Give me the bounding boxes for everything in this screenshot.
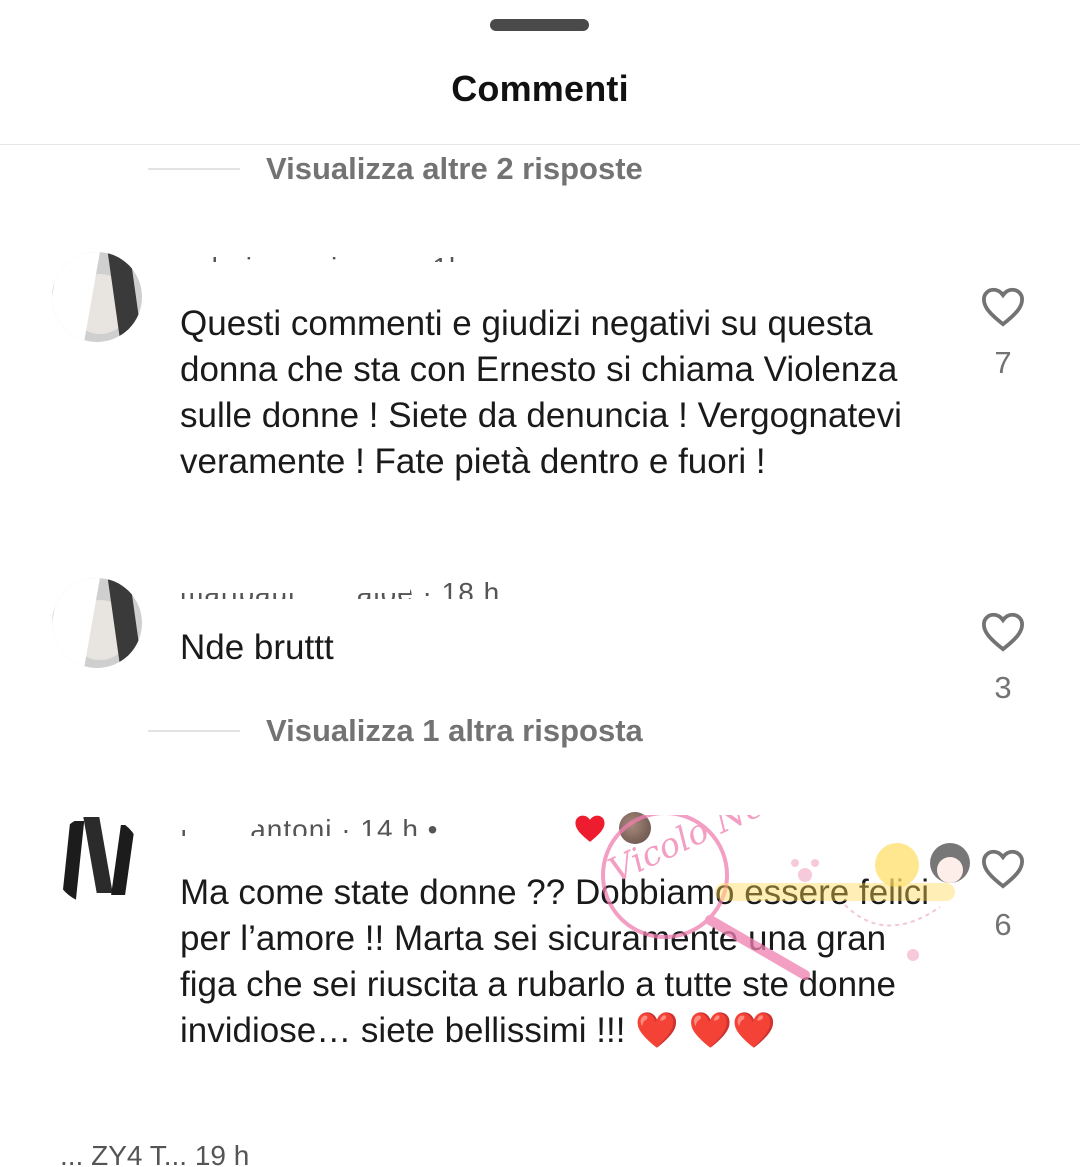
comment-text: Questi commenti e giudizi negativi su qu…: [180, 304, 902, 481]
comment-text: Nde bruttt: [180, 628, 334, 667]
comment-text: Ma come state donne ?? Dobbiamo essere f…: [180, 873, 930, 1050]
creator-avatar: [619, 812, 651, 844]
sheet-grabber-handle[interactable]: [490, 19, 589, 31]
avatar[interactable]: [52, 815, 142, 905]
comment-username[interactable]: ... ZY4 T... 19 h: [60, 1140, 249, 1167]
comment-username[interactable]: maripaul... ...aloe · 18 h: [180, 577, 500, 599]
view-more-replies-label: Visualizza altre 2 risposte: [266, 151, 643, 186]
heart-outline-icon: [981, 849, 1025, 889]
comment-username[interactable]: f... ...antoni · 14 h •: [180, 814, 438, 836]
avatar[interactable]: [52, 252, 142, 342]
view-more-replies-button[interactable]: Visualizza 1 altra risposta: [148, 711, 643, 751]
avatar[interactable]: [52, 578, 142, 668]
like-count: 7: [994, 345, 1012, 380]
like-count: 3: [994, 670, 1012, 705]
comment-username[interactable]: valeria... ...ignon · 1h: [180, 252, 466, 274]
view-more-replies-button[interactable]: Visualizza altre 2 risposte: [148, 149, 643, 189]
heart-outline-icon: [981, 287, 1025, 327]
page-title: Commenti: [451, 68, 629, 109]
comments-sheet: Commenti Visualizza altre 2 risposte val…: [0, 0, 1080, 1167]
reply-thread-line: [148, 168, 240, 170]
header-divider: [0, 144, 1080, 145]
like-button[interactable]: 6: [978, 847, 1028, 943]
view-more-replies-label: Visualizza 1 altra risposta: [266, 713, 643, 748]
like-button[interactable]: 3: [978, 610, 1028, 706]
like-count: 6: [994, 907, 1012, 942]
like-button[interactable]: 7: [978, 285, 1028, 381]
heart-outline-icon: [981, 612, 1025, 652]
creator-liked-heart-icon: [575, 815, 605, 842]
reply-thread-line: [148, 730, 240, 732]
